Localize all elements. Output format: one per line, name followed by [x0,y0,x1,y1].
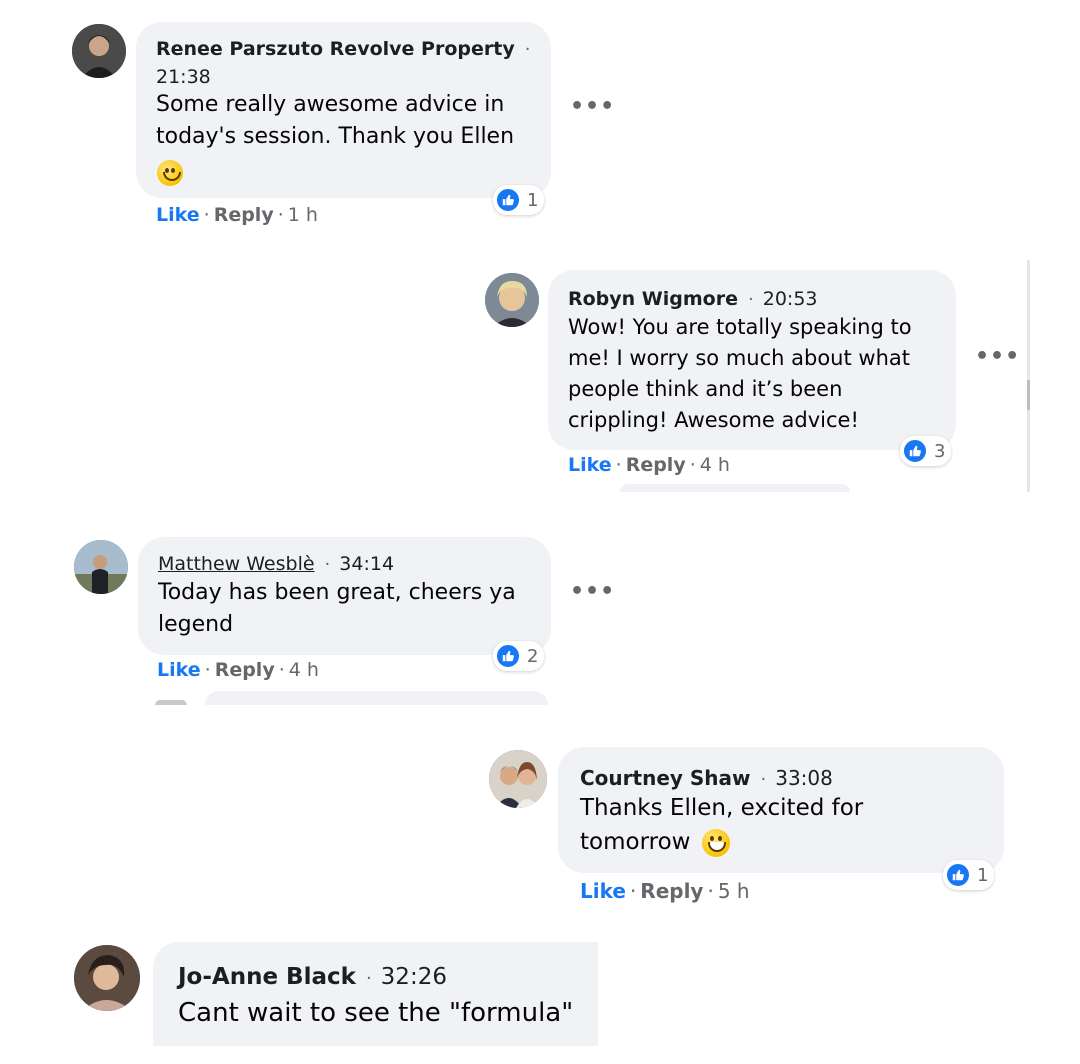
separator: · [615,454,622,476]
scrollbar-thumb[interactable] [1027,380,1030,410]
comment-age[interactable]: 5 h [718,879,750,903]
thumbs-up-icon [495,643,521,669]
like-button[interactable]: Like [568,454,612,476]
avatar[interactable] [72,24,126,78]
comment-text: Thanks Ellen, excited for tomorrow [580,791,880,859]
comment-author[interactable]: Robyn Wigmore [568,288,738,310]
reaction-summary[interactable]: 1 [943,860,995,890]
comment-actions: Like · Reply · 5 h [580,879,750,903]
separator: · [748,289,754,310]
comment-bubble: Robyn Wigmore · 20:53 Wow! You are total… [548,270,956,450]
separator: · [324,554,331,575]
reaction-summary[interactable]: 1 [493,185,545,215]
thumbs-up-icon [495,187,521,213]
comment-bubble: Renee Parszuto Revolve Property · 21:38 … [136,22,551,198]
separator: · [203,204,210,226]
thumbs-up-icon [902,438,928,464]
comment-age[interactable]: 4 h [289,659,319,681]
like-button[interactable]: Like [156,204,200,226]
comment-author[interactable]: Renee Parszuto Revolve Property [156,38,515,60]
avatar[interactable] [485,273,539,327]
comment-bubble: Jo-Anne Black · 32:26 Cant wait to see t… [153,942,598,1046]
reaction-count: 3 [934,440,946,462]
comment-timestamp[interactable]: 32:26 [381,964,447,990]
reaction-count: 2 [527,645,539,667]
more-horizontal-icon[interactable]: ••• [975,344,1020,369]
grinning-face-emoji-icon [701,828,730,857]
comment-text: Today has been great, cheers ya legend [158,580,516,637]
comment-timestamp[interactable]: 21:38 [156,66,211,88]
separator: · [278,659,285,681]
reply-button[interactable]: Reply [626,454,686,476]
reaction-summary[interactable]: 2 [493,641,545,671]
reaction-summary[interactable]: 3 [900,436,952,466]
next-avatar-stub [155,700,187,705]
smiling-face-emoji-icon [157,160,183,186]
comment-age[interactable]: 1 h [288,204,318,226]
avatar[interactable] [74,945,140,1011]
reaction-count: 1 [527,189,539,211]
thumbs-up-icon [945,862,971,888]
comment-text: Wow! You are totally speaking to me! I w… [568,315,912,432]
comment-bubble: Courtney Shaw · 33:08 Thanks Ellen, exci… [558,747,1004,873]
reply-button[interactable]: Reply [214,204,274,226]
comment-author[interactable]: Matthew Wesblè [158,553,315,575]
comment-actions: Like · Reply · 1 h [156,204,318,226]
comment-timestamp[interactable]: 20:53 [763,288,818,310]
like-button[interactable]: Like [580,879,626,903]
separator: · [689,454,696,476]
scrollbar[interactable] [1027,260,1030,492]
avatar[interactable] [74,540,128,594]
comment-timestamp[interactable]: 34:14 [339,553,394,575]
separator: · [524,39,531,60]
comment-author[interactable]: Jo-Anne Black [178,964,356,990]
comment-actions: Like · Reply · 4 h [157,659,319,681]
comment-text: Cant wait to see the "formula" [178,998,574,1028]
comment-actions: Like · Reply · 4 h [568,454,730,476]
next-comment-stub [620,484,850,492]
reaction-count: 1 [977,864,989,886]
separator: · [760,769,767,790]
comment-author[interactable]: Courtney Shaw [580,766,751,790]
reply-button[interactable]: Reply [215,659,275,681]
separator: · [204,659,211,681]
more-horizontal-icon[interactable]: ••• [570,94,615,119]
separator: · [707,879,714,903]
avatar[interactable] [489,750,547,808]
comment-timestamp[interactable]: 33:08 [775,766,833,790]
separator: · [629,879,637,903]
separator: · [365,968,372,989]
separator: · [277,204,284,226]
comment-age[interactable]: 4 h [700,454,730,476]
next-comment-stub [205,691,548,705]
reply-button[interactable]: Reply [640,879,703,903]
comment-text: Some really awesome advice in today's se… [156,92,515,149]
comment-bubble: Matthew Wesblè · 34:14 Today has been gr… [138,537,551,655]
more-horizontal-icon[interactable]: ••• [570,579,615,604]
like-button[interactable]: Like [157,659,201,681]
